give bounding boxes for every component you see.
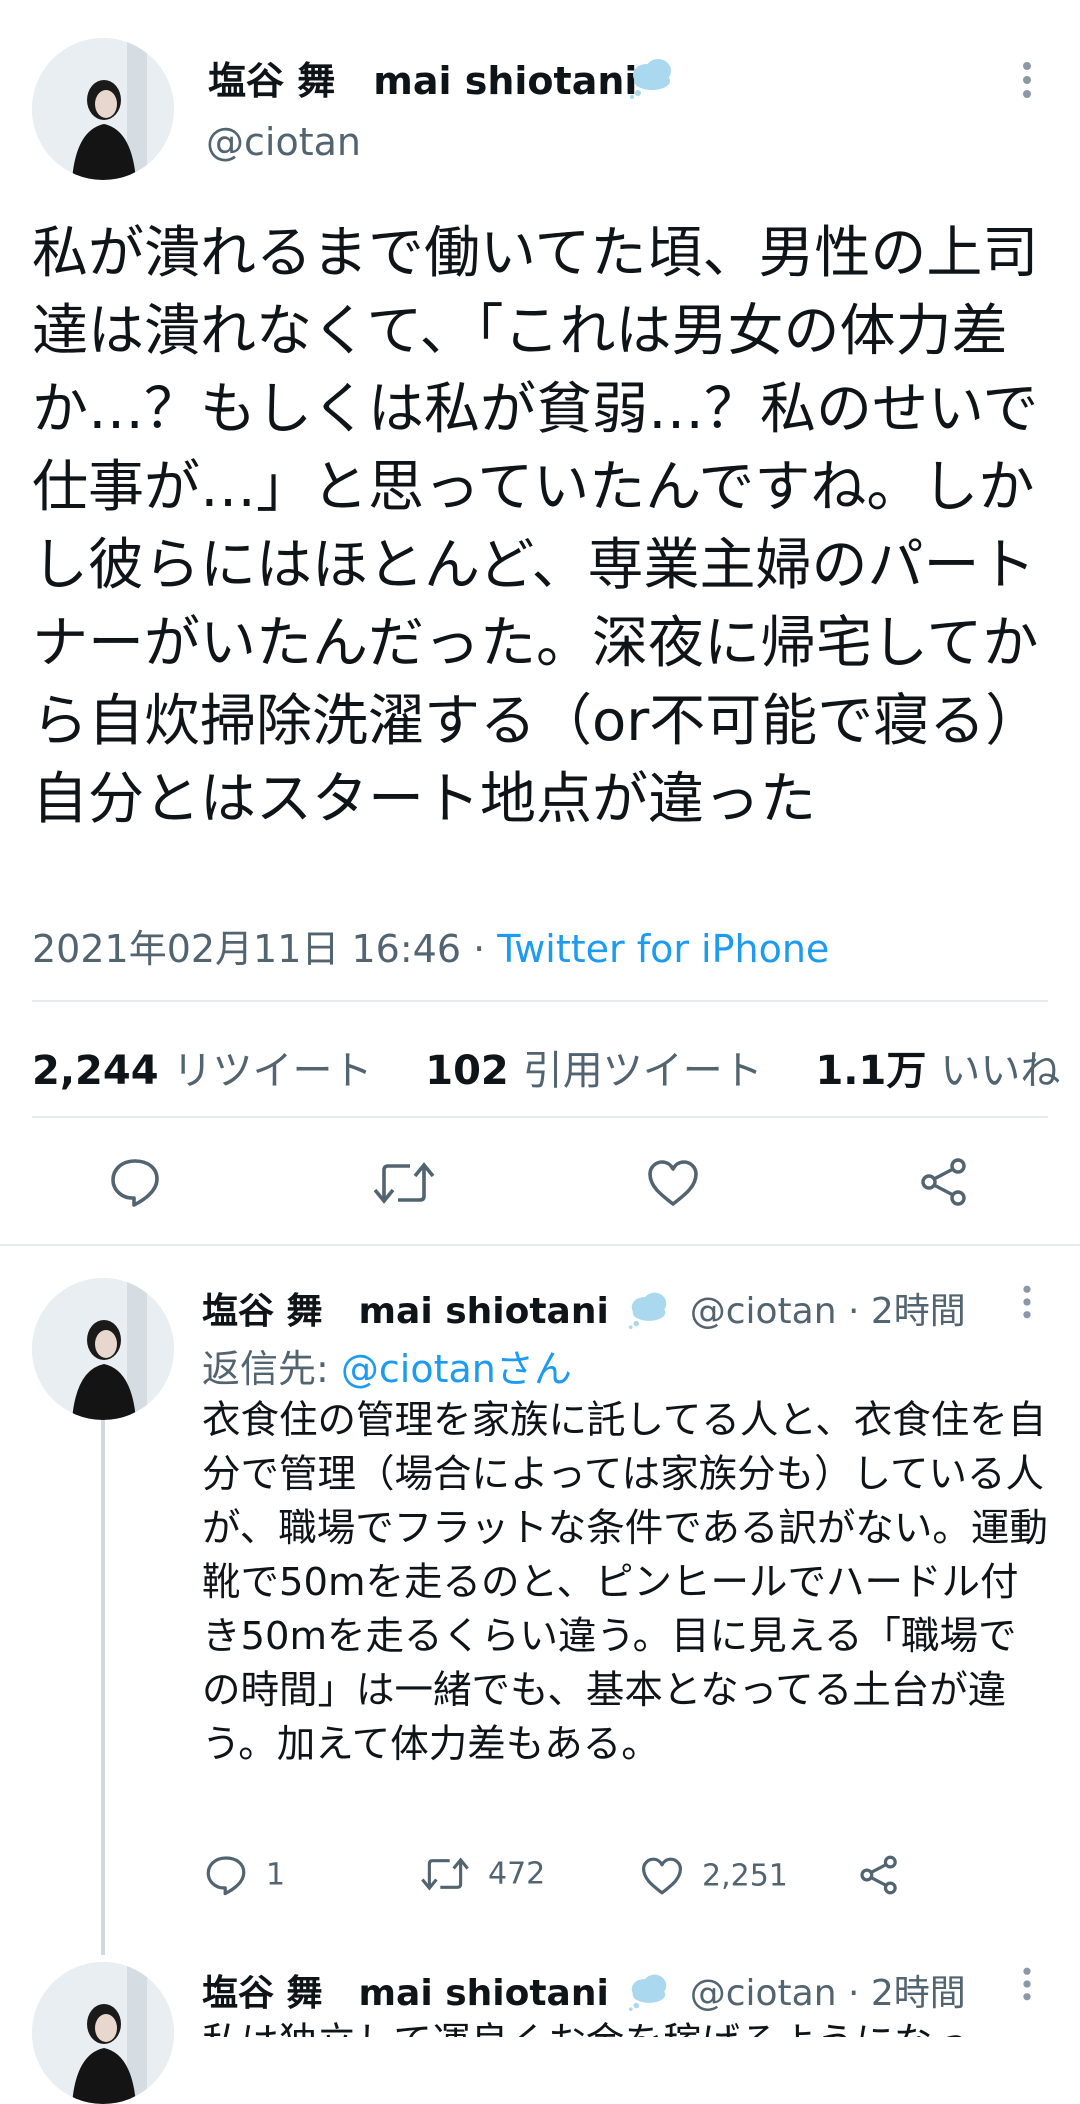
avatar[interactable] (32, 1962, 174, 2104)
quotes-stat[interactable]: 102 引用ツイート (425, 1048, 763, 1094)
reply-action-share[interactable] (858, 1854, 918, 1896)
verified-cloud-icon (628, 55, 676, 103)
avatar[interactable] (32, 38, 174, 180)
meta-separator: · (461, 927, 498, 971)
author-handle[interactable]: @ciotan (690, 1973, 837, 2014)
share-icon[interactable] (918, 1156, 970, 1208)
reply-text: 私は独立して運良くお金を稼げるようになっ (202, 2016, 1050, 2037)
tweet-time[interactable]: · 2時間 (837, 1973, 966, 2014)
reply-header: 塩谷 舞 mai shiotani @ciotan · 2時間 (202, 1964, 966, 2020)
retweet-icon[interactable] (372, 1158, 436, 1208)
thread-line (101, 1420, 105, 1955)
author-handle[interactable]: @ciotan (690, 1291, 837, 1332)
divider (32, 1116, 1048, 1118)
tweet-text: 私が潰れるまで働いてた頃、男性の上司達は潰れなくて、「これは男女の体力差か…？も… (32, 221, 1042, 832)
reply-to-link[interactable]: @ciotanさん (341, 1347, 572, 1391)
author-name[interactable]: 塩谷 舞 mai shiotani (202, 1291, 609, 1332)
likes-stat[interactable]: 1.1万 いいね (815, 1048, 1060, 1094)
reply-text: 衣食住の管理を家族に託してる人と、衣食住を自分で管理（場合によっては家族分も）し… (202, 1398, 1048, 1767)
reply-action-reply[interactable]: 1 (204, 1854, 285, 1896)
reply-icon[interactable] (108, 1156, 162, 1208)
section-divider (0, 1244, 1080, 1246)
like-icon[interactable] (646, 1158, 700, 1208)
retweets-stat[interactable]: 2,244 リツイート (32, 1048, 373, 1094)
verified-cloud-icon (626, 1971, 672, 2020)
tweet-meta: 2021年02月11日 16:46 · Twitter for iPhone (32, 918, 829, 973)
tweet-source[interactable]: Twitter for iPhone (497, 927, 829, 971)
reply-action-like[interactable]: 2,251 (640, 1856, 788, 1896)
more-icon[interactable] (1012, 1964, 1042, 2008)
reply-header: 塩谷 舞 mai shiotani @ciotan · 2時間 (202, 1282, 966, 1338)
reply-action-retweet[interactable]: 472 (420, 1854, 545, 1894)
tweet-time[interactable]: · 2時間 (837, 1291, 966, 1332)
divider (32, 1000, 1048, 1002)
tweet-stats: 2,244 リツイート 102 引用ツイート 1.1万 いいね (32, 1038, 1080, 1096)
more-icon[interactable] (1012, 1282, 1042, 1326)
avatar[interactable] (32, 1278, 174, 1420)
tweet-timestamp[interactable]: 2021年02月11日 16:46 (32, 927, 461, 971)
author-name[interactable]: 塩谷 舞 mai shiotani (202, 1973, 609, 2014)
verified-cloud-icon (626, 1289, 672, 1338)
author-name[interactable]: 塩谷 舞 mai shiotani (208, 50, 637, 105)
author-handle[interactable]: @ciotan (206, 120, 361, 164)
more-icon[interactable] (1012, 58, 1042, 106)
reply-to: 返信先: @ciotanさん (202, 1347, 572, 1391)
